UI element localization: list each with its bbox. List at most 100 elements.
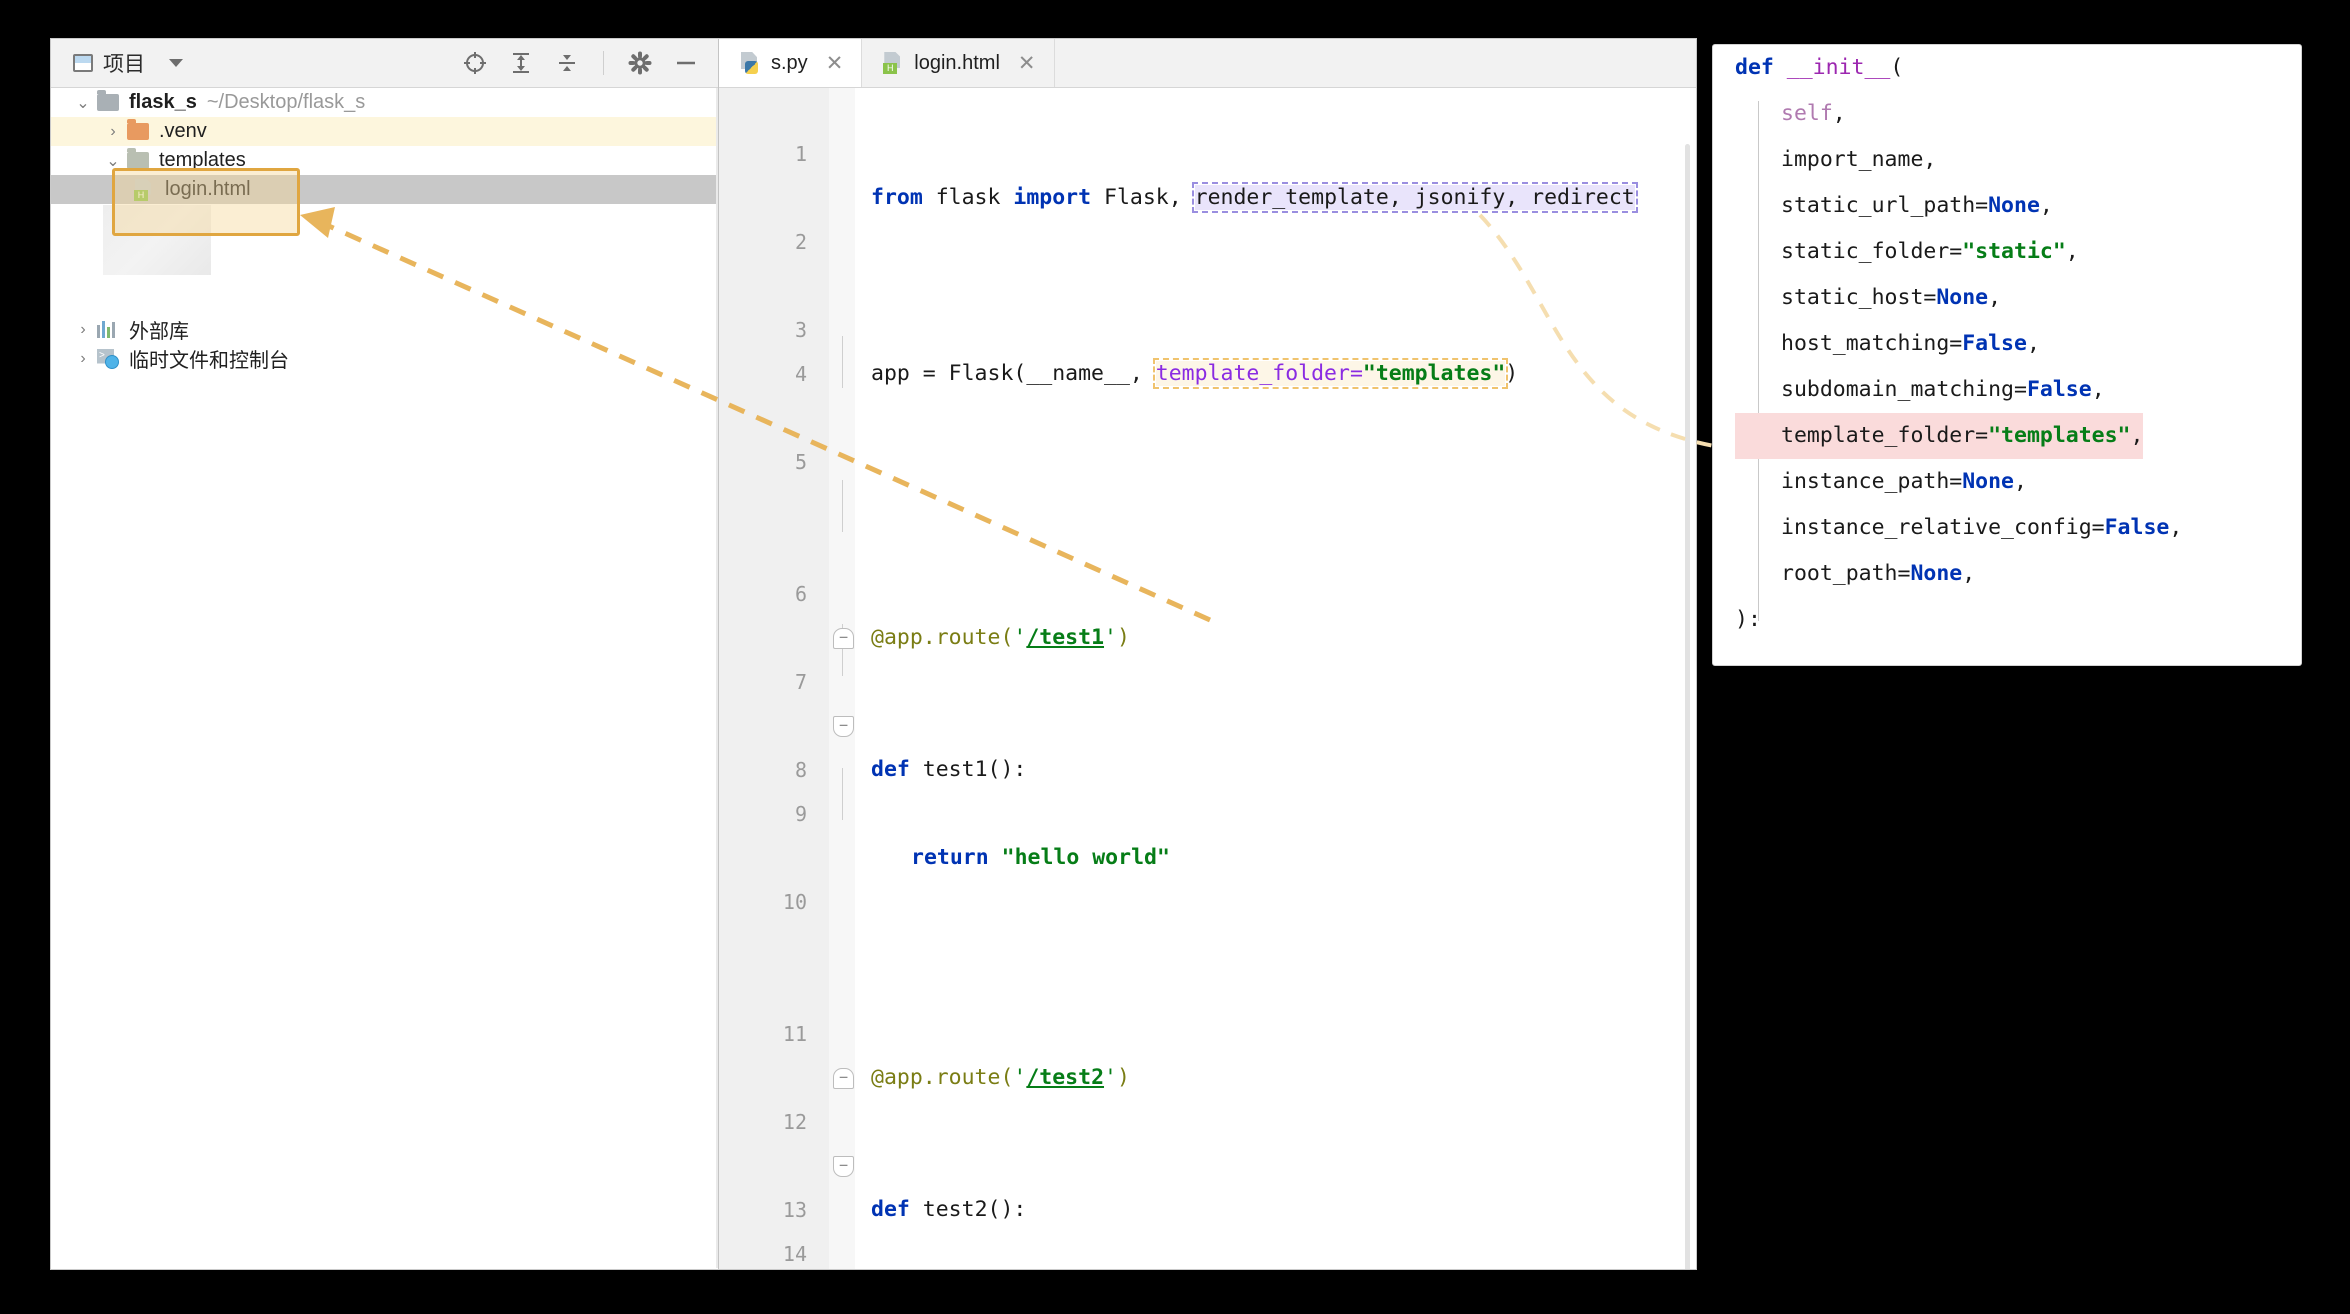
tree-item-external-libraries[interactable]: › 外部库: [51, 315, 718, 344]
code-line: 8 − return "hello world": [719, 704, 1696, 748]
tree-item-scratches-consoles[interactable]: › > 临时文件和控制台: [51, 344, 718, 373]
doc-token: ,: [1988, 285, 2001, 310]
line-content: def test1():: [871, 748, 1026, 792]
doc-popup-line: template_folder="templates",: [1713, 413, 2301, 459]
chevron-collapsed-icon[interactable]: ›: [75, 351, 91, 367]
line-number: 10: [719, 880, 807, 924]
fold-handle-icon[interactable]: −: [833, 1068, 854, 1089]
line-number: 14: [719, 1232, 807, 1269]
python-file-icon: [739, 52, 761, 74]
close-icon[interactable]: ✕: [1018, 51, 1036, 76]
token-string: "hello world": [1002, 845, 1170, 870]
chevron-collapsed-icon[interactable]: ›: [105, 124, 121, 140]
doc-token: None: [1910, 561, 1962, 586]
fold-handle-icon[interactable]: −: [833, 716, 854, 737]
fold-bar: [842, 480, 843, 532]
tree-item-label: 外部库: [129, 315, 189, 344]
tree-item-label: flask_s: [129, 91, 197, 114]
scratches-consoles-icon: >: [97, 349, 119, 369]
token-text: test2():: [910, 1197, 1027, 1222]
token-text: [989, 845, 1002, 870]
fold-handle-icon[interactable]: −: [833, 628, 854, 649]
expand-all-icon[interactable]: [507, 49, 535, 77]
doc-token: instance_path=: [1781, 469, 1962, 494]
doc-popup-line-content: import_name,: [1735, 137, 1936, 183]
tab-login-html[interactable]: H login.html ✕: [862, 39, 1054, 87]
chevron-expanded-icon[interactable]: ⌄: [105, 153, 121, 169]
doc-token: ,: [2027, 331, 2040, 356]
code-line: 7 − def test1():: [719, 616, 1696, 660]
project-panel-title: 项目: [103, 48, 145, 78]
doc-popup-line-content: ):: [1735, 607, 1761, 632]
doc-token: ,: [2040, 193, 2053, 218]
doc-token: "templates": [1988, 423, 2130, 448]
doc-popup-line: def __init__(: [1713, 45, 2301, 91]
doc-token: ,: [2092, 377, 2105, 402]
chevron-down-icon[interactable]: [169, 59, 183, 67]
tab-label: s.py: [771, 52, 808, 75]
code-line: 9: [719, 792, 1696, 836]
tree-scrollbar[interactable]: [716, 88, 718, 1268]
doc-popup-line: ):: [1713, 597, 2301, 643]
project-title-group[interactable]: 项目: [73, 39, 183, 87]
toolbar-divider: [603, 51, 604, 75]
doc-popup-line: self,: [1713, 91, 2301, 137]
tree-item-flask_s[interactable]: ⌄ flask_s ~/Desktop/flask_s: [51, 88, 718, 117]
doc-token: root_path=: [1781, 561, 1910, 586]
tree-item-venv[interactable]: › .venv: [51, 117, 718, 146]
code-line: 6 @app.route('/test1'): [719, 528, 1696, 572]
code-line: 13 − return render_template('login.html'…: [719, 1144, 1696, 1188]
line-number: 11: [719, 1012, 807, 1056]
doc-popup-line-content: host_matching=False,: [1735, 321, 2040, 367]
tree-item-label: .venv: [159, 120, 207, 143]
doc-popup-line-content: static_host=None,: [1735, 275, 2001, 321]
doc-popup-line-content: static_url_path=None,: [1735, 183, 2053, 229]
doc-token: __init__: [1787, 55, 1891, 80]
line-number: 7: [719, 660, 807, 704]
collapse-all-icon[interactable]: [553, 49, 581, 77]
doc-token: ,: [2014, 469, 2027, 494]
chevron-collapsed-icon[interactable]: ›: [75, 322, 91, 338]
doc-popup-line-content: self,: [1735, 91, 1846, 137]
line-number: 6: [719, 572, 807, 616]
doc-popup-line-content: def __init__(: [1735, 55, 1903, 80]
line-number: 13: [719, 1188, 807, 1232]
code-canvas[interactable]: 1 from flask import Flask, render_templa…: [719, 88, 1696, 1269]
doc-token: None: [1988, 193, 2040, 218]
doc-token: static_folder=: [1781, 239, 1962, 264]
doc-popup-line-content: instance_relative_config=False,: [1735, 505, 2182, 551]
doc-popup-line: instance_path=None,: [1713, 459, 2301, 505]
fold-handle-icon[interactable]: −: [833, 1156, 854, 1177]
token-keyword: def: [871, 757, 910, 782]
chevron-expanded-icon[interactable]: ⌄: [75, 95, 91, 111]
locate-icon[interactable]: [461, 49, 489, 77]
close-icon[interactable]: ✕: [826, 51, 844, 76]
doc-popup-line: static_url_path=None,: [1713, 183, 2301, 229]
project-toolbar-icons: [461, 39, 700, 87]
token-text: test1():: [910, 757, 1027, 782]
code-line: 11 @app.route('/test2'): [719, 968, 1696, 1012]
doc-popup-line: import_name,: [1713, 137, 2301, 183]
editor-area: s.py ✕ H login.html ✕ 1: [719, 39, 1696, 1269]
folder-icon: [97, 94, 119, 111]
code-line: 12 − def test2():: [719, 1056, 1696, 1100]
token-keyword: return: [911, 845, 989, 870]
doc-token: ,: [2066, 239, 2079, 264]
annotation-highlight-box-login-html: [112, 168, 300, 236]
tab-s-py[interactable]: s.py ✕: [719, 39, 862, 87]
doc-token: def: [1735, 55, 1787, 80]
doc-token: None: [1936, 285, 1988, 310]
code-line: 5: [719, 440, 1696, 484]
editor-vertical-scrollbar[interactable]: [1685, 144, 1690, 1269]
editor-tab-bar: s.py ✕ H login.html ✕: [719, 39, 1696, 88]
minimize-icon[interactable]: [672, 49, 700, 77]
code-line: 1 from flask import Flask, render_templa…: [719, 88, 1696, 132]
doc-token: import_name,: [1781, 147, 1936, 172]
doc-token: subdomain_matching=: [1781, 377, 2027, 402]
tab-label: login.html: [914, 52, 1000, 75]
doc-token: (: [1890, 55, 1903, 80]
token-keyword: def: [871, 1197, 910, 1222]
doc-token: template_folder=: [1781, 423, 1988, 448]
line-number: 4: [719, 352, 807, 396]
settings-gear-icon[interactable]: [626, 49, 654, 77]
